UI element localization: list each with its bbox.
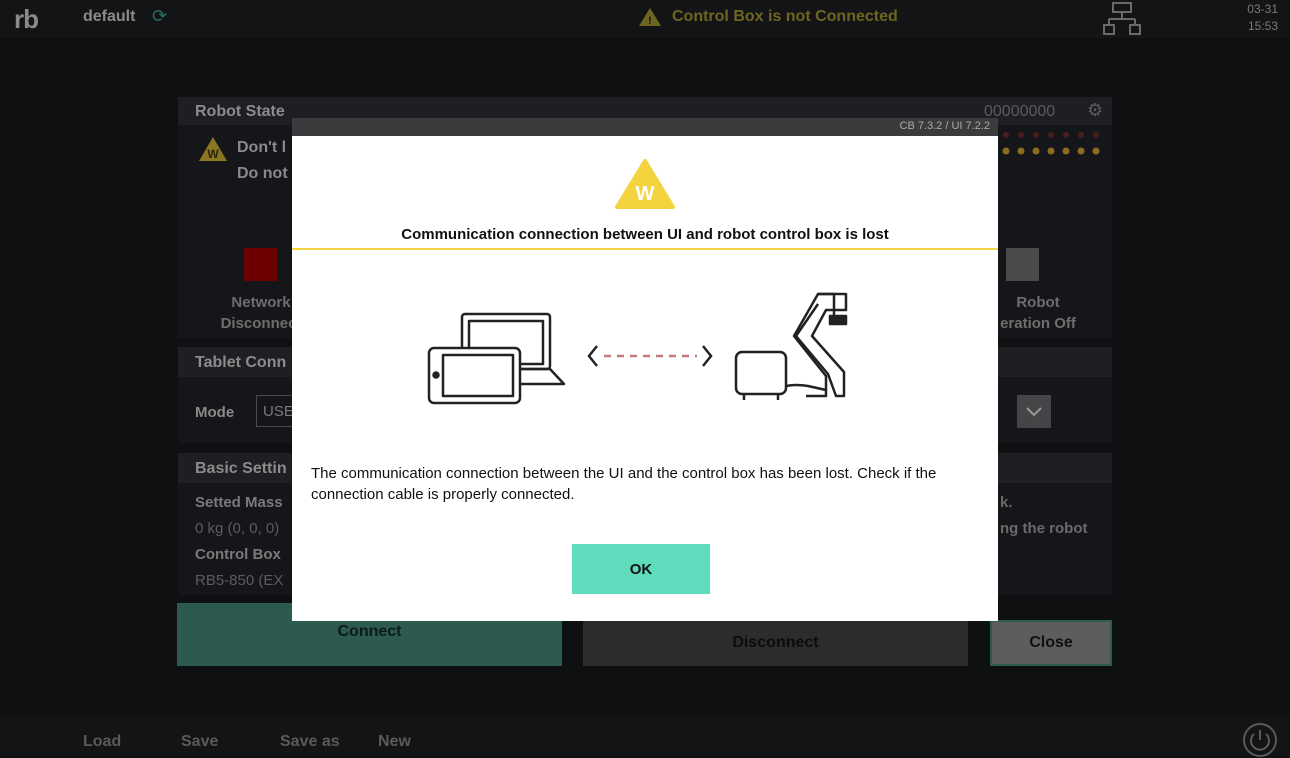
warning-icon: ! xyxy=(639,8,661,27)
warning-badge-text: W xyxy=(636,183,655,205)
basic-settings-title: Basic Settin xyxy=(195,460,287,477)
save-as-button[interactable]: Save as xyxy=(280,733,340,751)
robot-warning-icon: W xyxy=(199,137,227,161)
network-icon[interactable] xyxy=(1102,1,1142,37)
refresh-icon[interactable]: ⟳ xyxy=(152,6,167,27)
robot-arm-icon xyxy=(734,292,848,400)
tablet-icon xyxy=(427,346,522,405)
chevron-down-icon xyxy=(1026,406,1042,416)
setted-mass-value: 0 kg (0, 0, 0) xyxy=(195,520,280,537)
robot-warning-line-1: Don't l xyxy=(237,139,287,156)
dialog-title-divider xyxy=(292,248,998,250)
time-text: 15:53 xyxy=(1247,19,1278,33)
mode-select-value: USE xyxy=(263,403,294,420)
power-icon[interactable] xyxy=(1242,722,1278,758)
connection-illustration xyxy=(427,292,848,405)
clock: 03-31 15:53 xyxy=(1238,1,1278,35)
dialog-message: The communication connection between the… xyxy=(311,465,937,503)
connection-lost-dialog: W Communication connection between UI an… xyxy=(292,136,998,621)
tablet-connection-title: Tablet Conn xyxy=(195,354,287,371)
basic-settings-note-1: k. xyxy=(1000,494,1013,511)
date-text: 03-31 xyxy=(1247,2,1278,16)
operation-status-indicator xyxy=(1006,248,1039,281)
close-button[interactable]: Close xyxy=(990,620,1112,666)
svg-text:!: ! xyxy=(648,15,652,27)
network-status-indicator xyxy=(244,248,277,281)
dialog-title: Communication connection between UI and … xyxy=(401,226,889,243)
app-logo: rb xyxy=(14,4,39,34)
modal-version-bar: CB 7.3.2 / UI 7.2.2 xyxy=(292,118,998,136)
project-name[interactable]: default xyxy=(83,8,135,26)
settings-gear-icon[interactable]: ⚙ xyxy=(1087,100,1103,121)
new-button[interactable]: New xyxy=(378,733,411,751)
mode-dropdown-button[interactable] xyxy=(1017,395,1051,428)
setted-mass-label: Setted Mass xyxy=(195,494,283,511)
control-box-label: Control Box xyxy=(195,546,281,563)
load-button[interactable]: Load xyxy=(83,733,121,751)
disconnect-button[interactable]: Disconnect xyxy=(583,620,968,666)
robot-warning-line-2: Do not xyxy=(237,165,288,182)
mode-select[interactable]: USE xyxy=(256,395,296,427)
warning-icon: W xyxy=(615,159,675,209)
mode-label: Mode xyxy=(195,404,235,421)
ok-button[interactable]: OK xyxy=(572,544,710,594)
connection-status-text: Control Box is not Connected xyxy=(672,8,898,25)
robot-state-title: Robot State xyxy=(195,103,285,120)
control-box-value: RB5-850 (EX xyxy=(195,572,284,589)
basic-settings-note-2: ng the robot xyxy=(1000,520,1088,537)
svg-text:W: W xyxy=(207,147,219,161)
save-button[interactable]: Save xyxy=(181,733,218,751)
version-text: CB 7.3.2 / UI 7.2.2 xyxy=(899,120,991,132)
joint-led-indicators xyxy=(1002,132,1100,155)
bidirectional-arrow-icon xyxy=(587,345,713,367)
